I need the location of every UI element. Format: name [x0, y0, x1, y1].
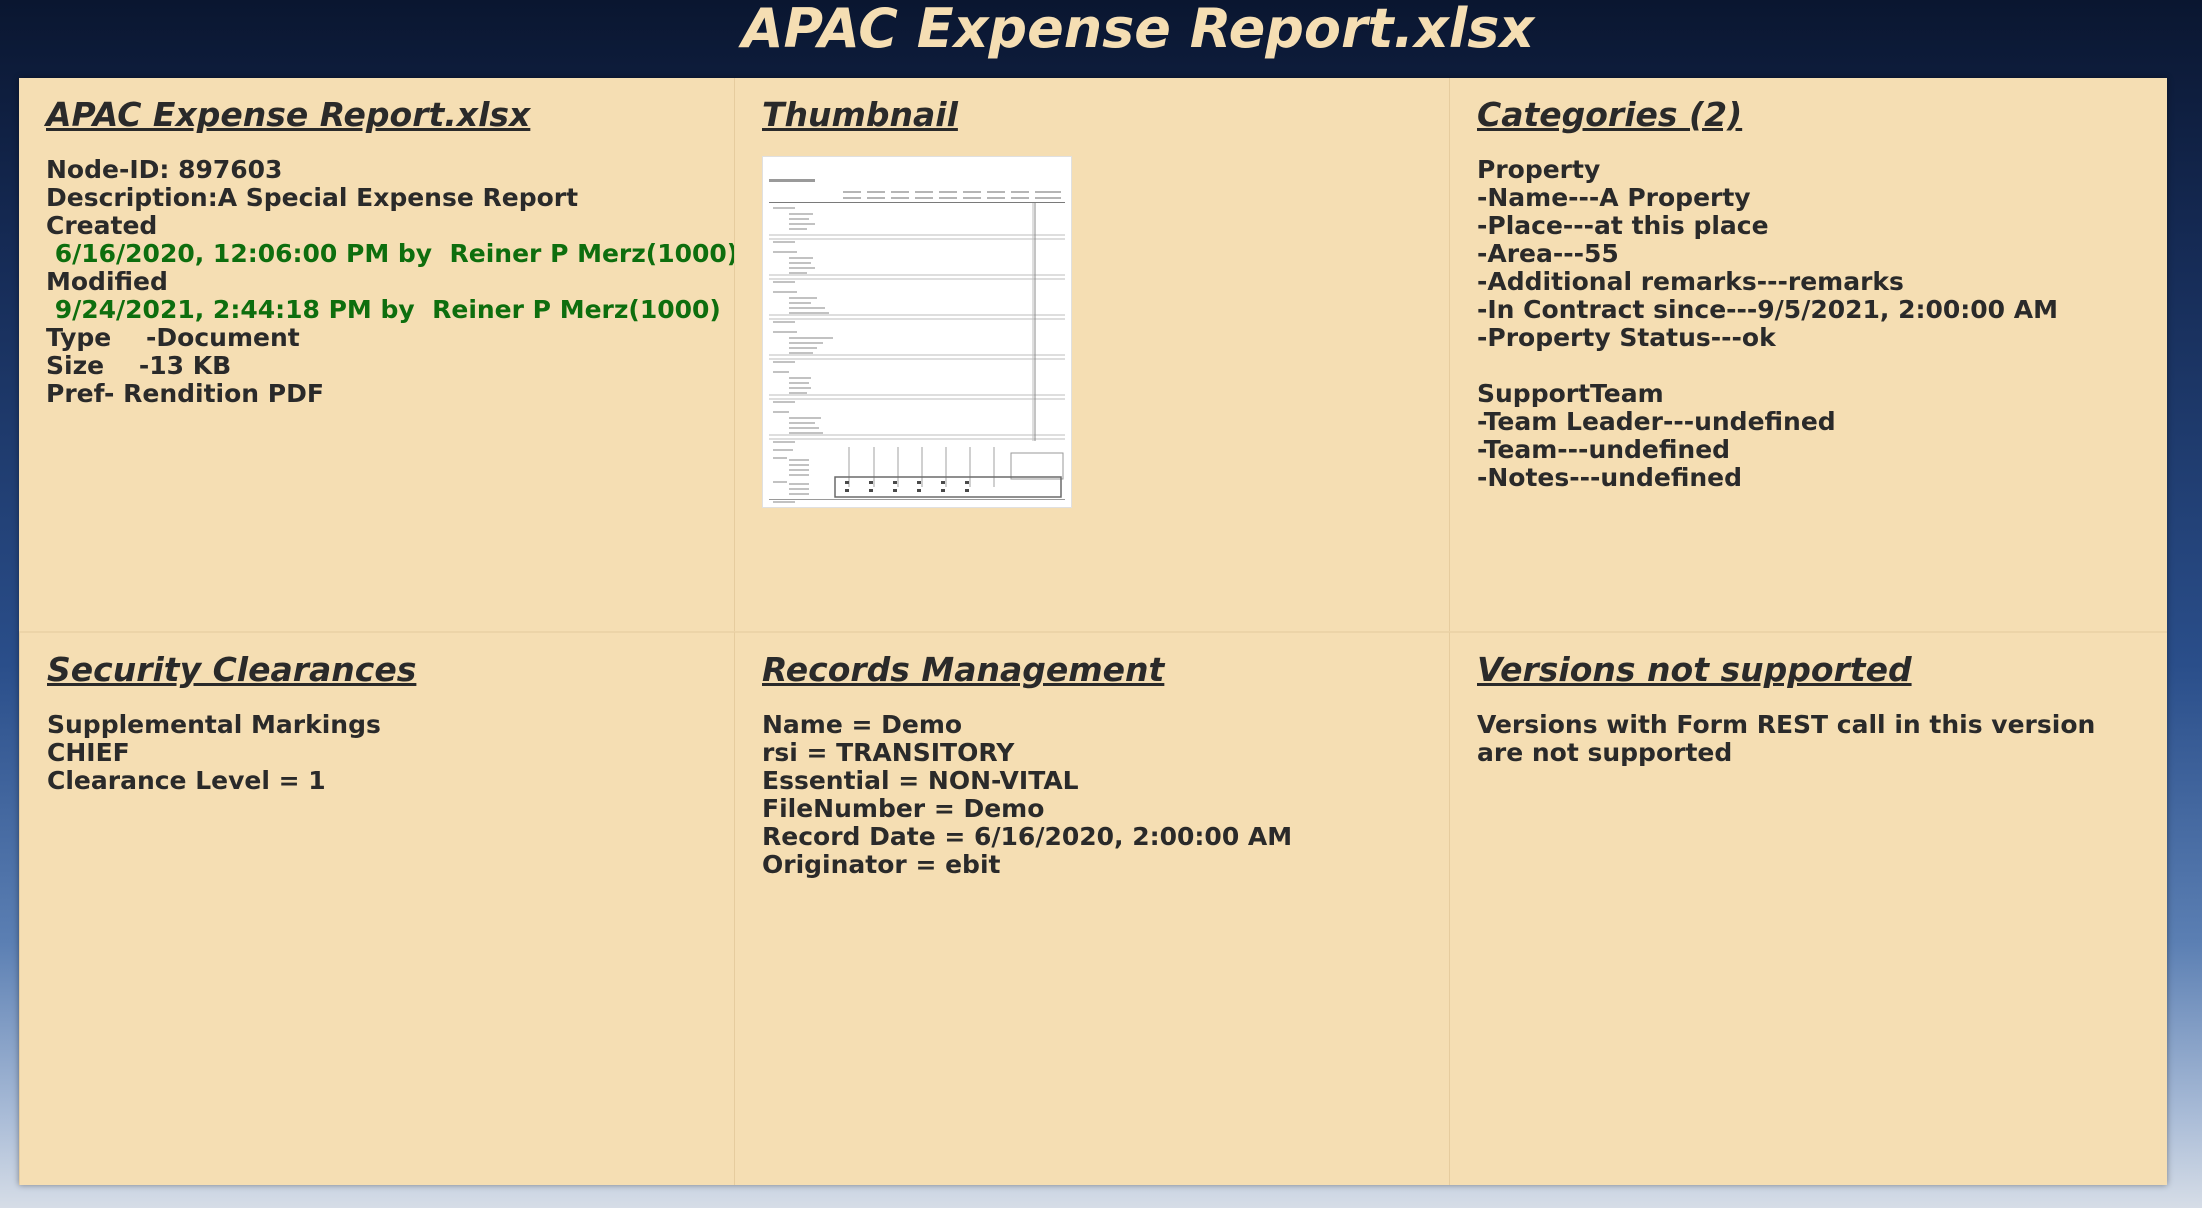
category-supportteam-name: SupportTeam: [1477, 379, 1664, 408]
modified-value: 9/24/2021, 2:44:18 PM by Reiner P Merz(1…: [46, 295, 721, 324]
category-attribute: -In Contract since---9/5/2021, 2:00:00 A…: [1477, 295, 2059, 324]
records-line: Name = Demo: [762, 710, 963, 739]
records-panel-title: Records Management: [762, 650, 1165, 689]
versions-panel-title: Versions not supported: [1477, 650, 1912, 689]
description: Description:A Special Expense Report: [46, 183, 579, 212]
versions-message: Versions with Form REST call in this ver…: [1477, 710, 2096, 767]
pref-rendition: Pref- Rendition PDF: [46, 379, 324, 408]
thumbnail-panel-title: Thumbnail: [762, 95, 958, 134]
versions-panel: Versions not supported Versions with For…: [1449, 631, 2167, 1185]
category-attribute: -Name---A Property: [1477, 183, 1751, 212]
spreadsheet-thumbnail-drawing: [763, 157, 1071, 507]
info-panel-title: APAC Expense Report.xlsx: [46, 95, 531, 134]
records-line: Essential = NON-VITAL: [762, 766, 1079, 795]
details-grid: APAC Expense Report.xlsx Node-ID: 897603…: [19, 78, 2167, 1185]
category-attribute: -Additional remarks---remarks: [1477, 267, 1904, 296]
records-line: Record Date = 6/16/2020, 2:00:00 AM: [762, 822, 1293, 851]
spreadsheet-thumbnail-image[interactable]: [762, 156, 1072, 508]
page-title: APAC Expense Report.xlsx: [741, 0, 1535, 60]
records-line: FileNumber = Demo: [762, 794, 1045, 823]
category-property-name: Property: [1477, 155, 1601, 184]
categories-panel: Categories (2) Property -Name---A Proper…: [1449, 78, 2167, 631]
security-line: Supplemental Markings: [47, 710, 381, 739]
size: Size -13 KB: [46, 351, 232, 380]
category-attribute: -Team Leader---undefined: [1477, 407, 1836, 436]
security-panel-title: Security Clearances: [47, 650, 417, 689]
info-panel: APAC Expense Report.xlsx Node-ID: 897603…: [19, 78, 734, 631]
created-label: Created: [46, 211, 158, 240]
category-attribute: -Notes---undefined: [1477, 463, 1743, 492]
category-attribute: -Place---at this place: [1477, 211, 1769, 240]
security-panel: Security Clearances Supplemental Marking…: [19, 631, 734, 1185]
category-attribute: -Property Status---ok: [1477, 323, 1776, 352]
security-line: Clearance Level = 1: [47, 766, 326, 795]
modified-label: Modified: [46, 267, 168, 296]
security-line: CHIEF: [47, 738, 130, 767]
category-attribute: -Area---55: [1477, 239, 1619, 268]
categories-panel-title: Categories (2): [1477, 95, 1743, 134]
created-value: 6/16/2020, 12:06:00 PM by Reiner P Merz(…: [46, 239, 734, 268]
thumbnail-panel: Thumbnail: [734, 78, 1449, 631]
records-line: rsi = TRANSITORY: [762, 738, 1015, 767]
records-line: Originator = ebit: [762, 850, 1001, 879]
type: Type -Document: [46, 323, 300, 352]
node-id: Node-ID: 897603: [46, 155, 283, 184]
records-panel: Records Management Name = Demo rsi = TRA…: [734, 631, 1449, 1185]
category-attribute: -Team---undefined: [1477, 435, 1731, 464]
category-spacer: [1477, 352, 2140, 380]
